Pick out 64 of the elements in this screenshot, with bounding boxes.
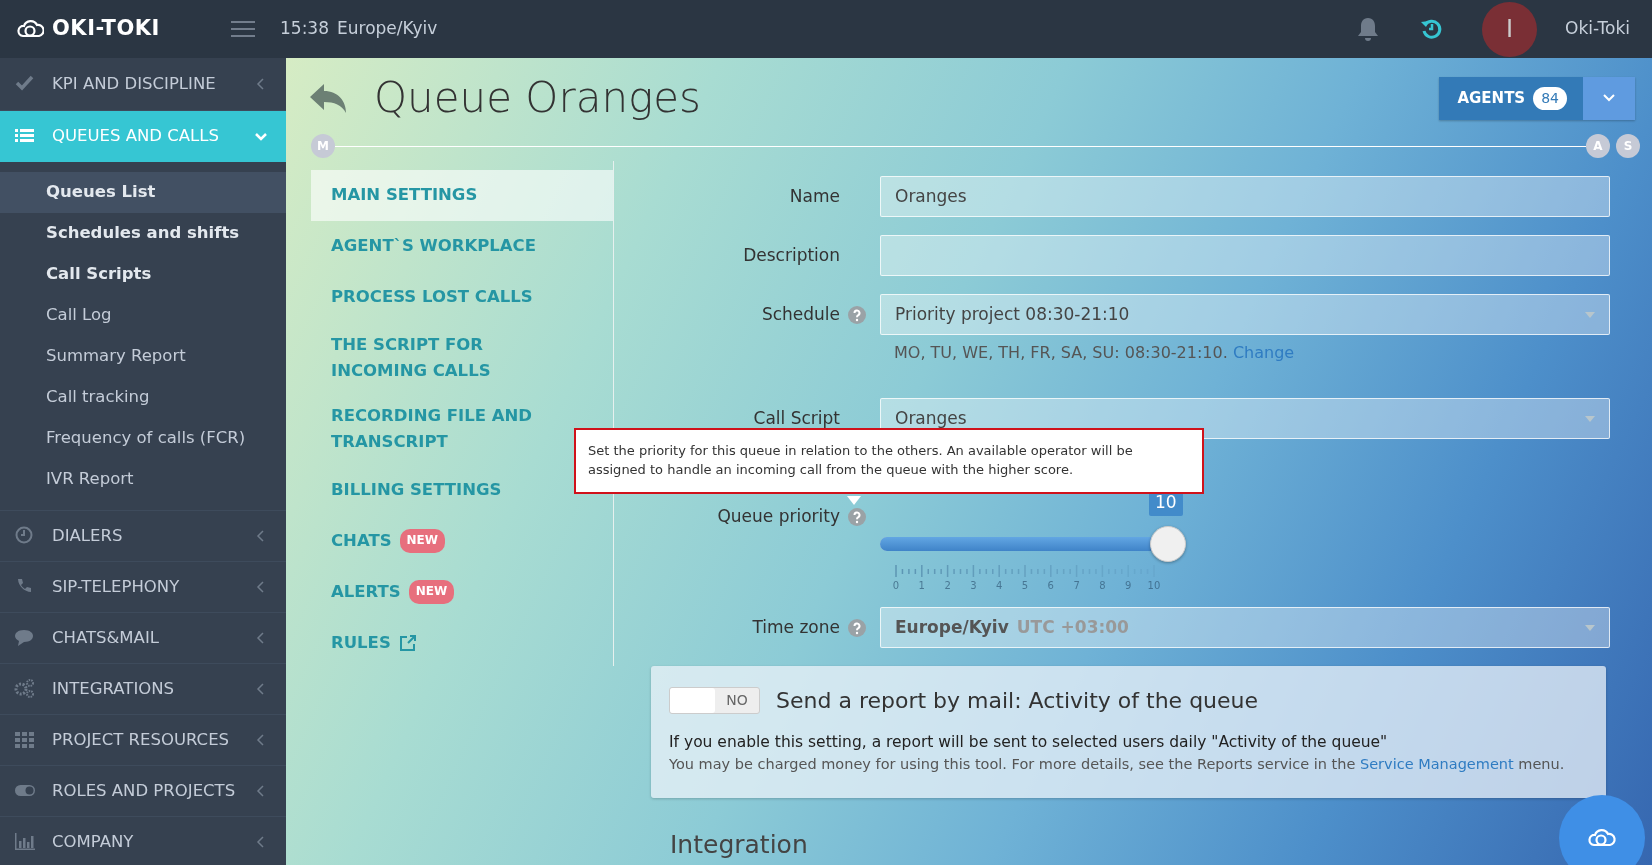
field-label: Description bbox=[743, 243, 840, 267]
field-label: Time zone bbox=[752, 615, 840, 639]
sidebar-item[interactable]: CHATS&MAIL bbox=[0, 613, 286, 664]
chat-button[interactable] bbox=[1559, 795, 1645, 865]
bar-chart-icon bbox=[14, 831, 36, 853]
tick-label: 0 bbox=[891, 579, 901, 593]
select-field[interactable]: Europe/Kyiv UTC +03:00 bbox=[880, 607, 1610, 648]
field-label: Schedule bbox=[761, 302, 840, 326]
user-name[interactable]: Oki-Toki bbox=[1565, 16, 1630, 42]
report-title: Send a report by mail: Activity of the queue bbox=[776, 687, 1259, 715]
slider-thumb[interactable] bbox=[1150, 526, 1186, 562]
new-badge: NEW bbox=[399, 529, 446, 553]
tick-label: 10 bbox=[1146, 579, 1161, 593]
new-badge: NEW bbox=[408, 580, 455, 604]
grid-icon bbox=[14, 729, 36, 751]
dropdown-toggle[interactable] bbox=[1583, 76, 1635, 120]
submenu-item[interactable]: Summary Report bbox=[0, 336, 286, 377]
field-label: Call Script bbox=[753, 406, 840, 430]
tick-label: 7 bbox=[1072, 579, 1081, 593]
tick-label: 5 bbox=[1020, 579, 1030, 593]
history-icon[interactable] bbox=[1420, 17, 1444, 41]
tick-label: 9 bbox=[1124, 579, 1133, 593]
avatar[interactable]: I bbox=[1482, 1, 1537, 57]
submenu-item[interactable]: Call Scripts bbox=[0, 254, 286, 295]
tick-label: 8 bbox=[1098, 579, 1107, 593]
tooltip-pointer bbox=[847, 496, 861, 505]
caret-icon bbox=[1585, 415, 1595, 422]
field-label: Queue priority bbox=[717, 505, 840, 528]
sidebar-item[interactable]: ROLES AND PROJECTS bbox=[0, 766, 286, 817]
gears-icon bbox=[14, 678, 36, 700]
toggle-switch[interactable]: NO bbox=[669, 687, 760, 714]
report-description: If you enable this setting, a report will be sent to selected users daily "Activity of the queue" bbox=[669, 732, 1389, 753]
sidebar-item[interactable]: PROJECT RESOURCES bbox=[0, 715, 286, 766]
schedule-note: MO, TU, WE, TH, FR, SA, SU: 08:30-21:10. Change bbox=[894, 342, 1296, 364]
page-title: Queue Oranges bbox=[374, 72, 702, 124]
tooltip: Set the priority for this queue in relation to the others. An available operator will be assigned to handle an incoming call from the queue with the higher score. bbox=[574, 428, 1204, 494]
tick-label: 6 bbox=[1046, 579, 1055, 593]
tick-label: 3 bbox=[969, 579, 978, 593]
count-badge: 84 bbox=[1533, 86, 1567, 110]
report-note: You may be charged money for using this tool. For more details, see the Reports service in the Service Management menu. bbox=[669, 755, 1566, 775]
agents-button[interactable]: AGENTS 84 bbox=[1439, 76, 1583, 120]
submenu-item[interactable]: Queues List bbox=[0, 172, 286, 213]
clock-text: 15:38 bbox=[280, 17, 329, 41]
submenu-item[interactable]: Call tracking bbox=[0, 377, 286, 418]
tick-label: 4 bbox=[995, 579, 1004, 593]
timezone-text: Europe/Kyiv bbox=[337, 17, 438, 41]
menu-icon[interactable] bbox=[230, 19, 256, 39]
bell-icon[interactable] bbox=[1356, 16, 1380, 42]
caret-icon bbox=[1603, 94, 1615, 102]
submenu-item[interactable]: IVR Report bbox=[0, 459, 286, 500]
input-field[interactable] bbox=[880, 235, 1610, 276]
submenu-item[interactable]: Call Log bbox=[0, 295, 286, 336]
input-field[interactable]: Oranges bbox=[880, 176, 1610, 217]
select-field[interactable]: Priority project 08:30-21:10 bbox=[880, 294, 1610, 335]
section-heading: Integration bbox=[670, 829, 808, 861]
tick-label: 2 bbox=[943, 579, 952, 593]
logo: OKI-TOKI bbox=[0, 13, 230, 45]
chat-bubble-icon bbox=[14, 627, 36, 649]
submenu-item[interactable]: Schedules and shifts bbox=[0, 213, 286, 254]
field-label: Name bbox=[789, 184, 840, 208]
tick-label: 1 bbox=[917, 579, 926, 593]
caret-icon bbox=[1585, 624, 1595, 631]
submenu-item[interactable]: Frequency of calls (FCR) bbox=[0, 418, 286, 459]
caret-icon bbox=[1585, 311, 1595, 318]
